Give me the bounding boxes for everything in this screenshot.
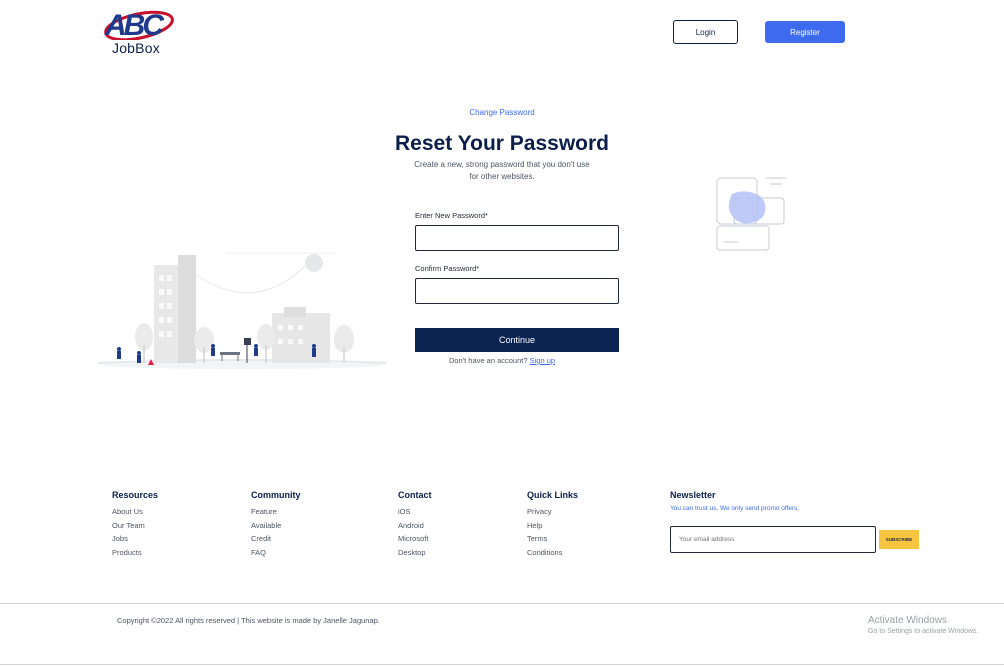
signup-link[interactable]: Sign up [530, 356, 555, 365]
footer-link-desktop[interactable]: Desktop [398, 546, 432, 560]
newsletter-note: You can trust us, We only send promo off… [670, 505, 800, 512]
login-button[interactable]: Login [673, 20, 738, 44]
footer-link-conditions[interactable]: Conditions [527, 546, 578, 560]
activate-windows-subtitle: Go to Settings to activate Windows. [868, 628, 979, 635]
logo-mark: ABC [104, 9, 174, 40]
footer-heading-quick-links: Quick Links [527, 490, 579, 500]
footer-newsletter: Newsletter You can trust us, We only sen… [670, 490, 930, 553]
bottom-border [0, 664, 1004, 665]
newsletter-email-input[interactable] [670, 526, 876, 553]
footer-heading-community: Community [251, 490, 301, 500]
logo-letters: ABC [104, 9, 165, 40]
footer-link-feature[interactable]: Feature [251, 505, 301, 519]
new-password-field[interactable] [415, 225, 619, 251]
footer-link-help[interactable]: Help [527, 519, 578, 533]
footer-quick-links: Quick Links Privacy Help Terms Condition… [527, 490, 578, 559]
signup-prompt: Don't have an account? Sign up [0, 356, 1004, 365]
copyright-text: Copyright ©2022 All rights reserved | Th… [117, 616, 380, 625]
footer-link-about-us[interactable]: About Us [112, 505, 158, 519]
activate-windows-watermark: Activate Windows Go to Settings to activ… [868, 615, 979, 635]
footer-resources: Resources About Us Our Team Jobs Product… [112, 490, 158, 559]
footer-heading-contact: Contact [398, 490, 432, 500]
footer-link-available[interactable]: Available [251, 519, 301, 533]
subscribe-button[interactable]: SUBSCRIBE [879, 530, 919, 549]
footer-link-privacy[interactable]: Privacy [527, 505, 578, 519]
footer-divider [0, 603, 1004, 604]
footer-link-credit[interactable]: Credit [251, 532, 301, 546]
confirm-password-field[interactable] [415, 278, 619, 304]
footer-link-faq[interactable]: FAQ [251, 546, 301, 560]
page-subtitle: Create a new, strong password that you d… [414, 160, 590, 181]
register-button[interactable]: Register [765, 21, 845, 43]
footer-contact: Contact iOS Android Microsoft Desktop [398, 490, 432, 559]
new-password-label: Enter New Password* [415, 211, 488, 220]
logo[interactable]: ABC JobBox [103, 6, 177, 56]
no-account-text: Don't have an account? [448, 356, 528, 365]
footer-link-ios[interactable]: iOS [398, 505, 432, 519]
footer-link-android[interactable]: Android [398, 519, 432, 533]
footer-heading-newsletter: Newsletter [670, 490, 716, 500]
cards-illustration [716, 177, 786, 251]
logo-text: JobBox [112, 40, 160, 56]
footer-link-our-team[interactable]: Our Team [112, 519, 158, 533]
activate-windows-title: Activate Windows [868, 615, 947, 626]
footer-heading-resources: Resources [112, 490, 159, 500]
footer-link-products[interactable]: Products [112, 546, 158, 560]
change-password-eyebrow: Change Password [469, 108, 535, 117]
footer-link-jobs[interactable]: Jobs [112, 532, 158, 546]
confirm-password-label: Confirm Password* [415, 264, 480, 273]
footer-link-microsoft[interactable]: Microsoft [398, 532, 432, 546]
continue-button[interactable]: Continue [415, 328, 619, 352]
footer-community: Community Feature Available Credit FAQ [251, 490, 301, 559]
footer-link-terms[interactable]: Terms [527, 532, 578, 546]
page-title: Reset Your Password [395, 132, 609, 155]
